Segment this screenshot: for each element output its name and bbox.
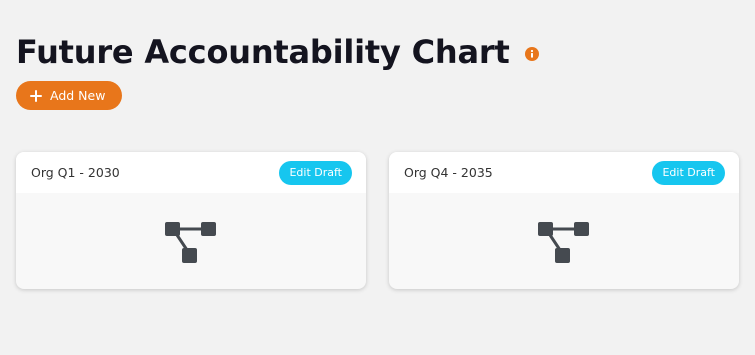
- info-icon[interactable]: [524, 47, 539, 61]
- card-header: Org Q1 - 2030 Edit Draft: [16, 152, 366, 193]
- add-new-label: Add New: [50, 88, 106, 103]
- card-body[interactable]: [389, 193, 739, 289]
- page-title: Future Accountability Chart: [16, 33, 510, 71]
- add-new-button[interactable]: Add New: [16, 81, 122, 110]
- card-header: Org Q4 - 2035 Edit Draft: [389, 152, 739, 193]
- edit-draft-button[interactable]: Edit Draft: [279, 160, 352, 185]
- edit-draft-button[interactable]: Edit Draft: [652, 160, 725, 185]
- card-body[interactable]: [16, 193, 366, 289]
- card-title: Org Q1 - 2030: [31, 165, 120, 180]
- chart-card[interactable]: Org Q1 - 2030 Edit Draft: [16, 152, 366, 289]
- chart-card[interactable]: Org Q4 - 2035 Edit Draft: [389, 152, 739, 289]
- org-chart-icon: [538, 221, 589, 263]
- card-title: Org Q4 - 2035: [404, 165, 493, 180]
- plus-icon: [30, 89, 42, 102]
- title-row: Future Accountability Chart: [16, 32, 539, 72]
- org-chart-icon: [165, 221, 216, 263]
